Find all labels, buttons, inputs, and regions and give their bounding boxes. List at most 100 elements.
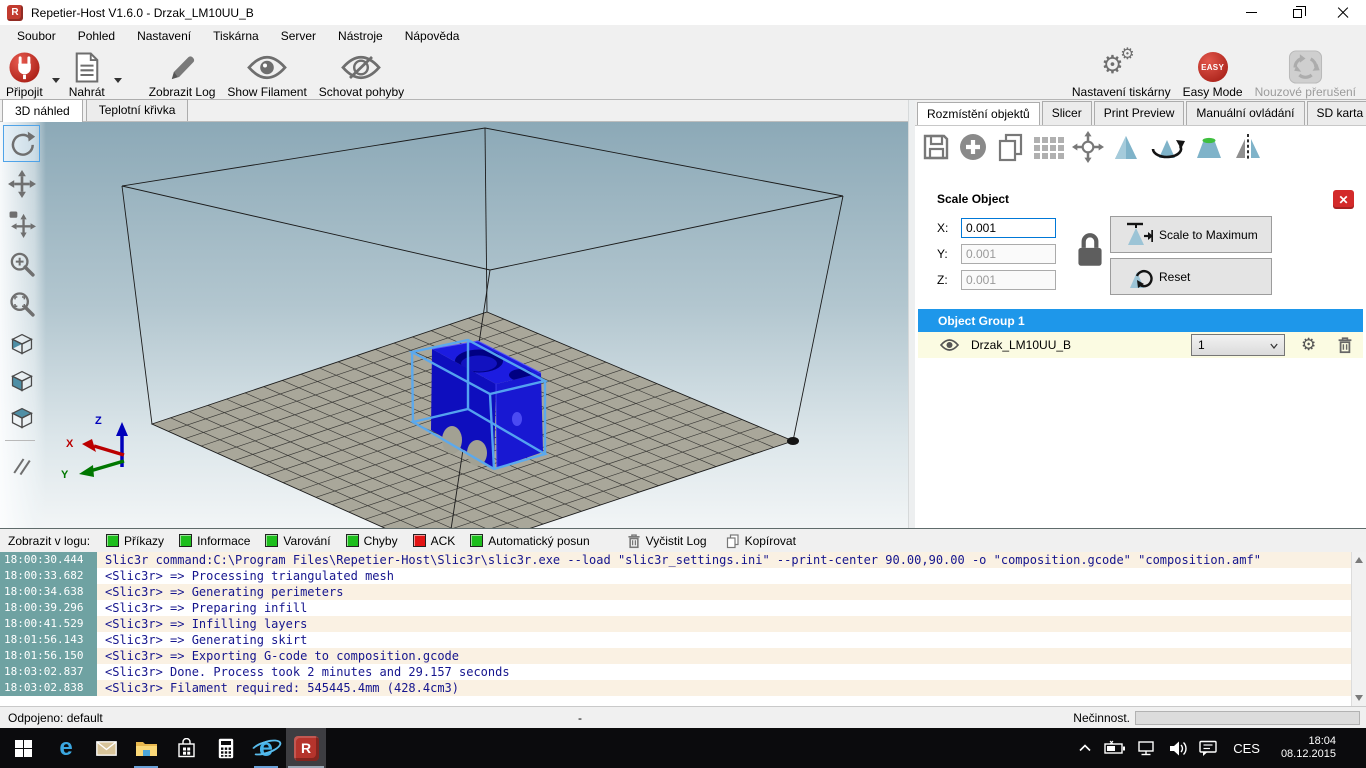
isometric-view-button[interactable] [3,325,40,362]
front-view-button[interactable] [3,362,40,399]
move-object-button[interactable] [3,205,40,242]
start-button[interactable] [0,728,46,768]
close-button[interactable] [1320,0,1366,25]
tab-object-placement[interactable]: Rozmístění objektů [917,102,1040,126]
show-filament-button[interactable]: Show Filament [221,47,312,99]
scale-object-icon[interactable] [1111,132,1141,162]
menu-soubor[interactable]: Soubor [6,26,67,46]
speaker-icon[interactable] [1168,740,1188,757]
gears-icon: ⚙⚙ [1101,50,1141,84]
tab-3d-preview[interactable]: 3D náhled [2,99,83,122]
autoposition-icon[interactable] [1032,132,1065,162]
network-icon[interactable] [1137,740,1157,757]
menu-nastroje[interactable]: Nástroje [327,26,394,46]
tab-slicer[interactable]: Slicer [1042,101,1092,125]
taskbar-store-button[interactable] [166,728,206,768]
restore-button[interactable] [1274,0,1320,25]
taskbar-edge-button[interactable]: e [46,728,86,768]
zoom-fit-button[interactable] [3,285,40,322]
window-controls [1228,0,1366,25]
connect-dropdown-arrow[interactable] [49,78,63,83]
close-scale-panel-button[interactable]: ✕ [1333,190,1354,209]
reset-scale-button[interactable]: Reset [1110,258,1272,295]
taskbar-explorer-button[interactable] [126,728,166,768]
filter-info[interactable]: Informace [179,534,250,548]
copy-log-button[interactable]: Kopírovat [725,533,796,549]
rotate-object-icon[interactable] [1148,132,1186,162]
panel-splitter[interactable] [908,100,915,528]
lock-aspect-button[interactable] [1075,230,1105,273]
scroll-up-icon[interactable] [1355,557,1363,563]
center-object-icon[interactable] [1072,131,1104,163]
object-list-item[interactable]: Drzak_LM10UU_B 1 ⚙ [918,332,1363,358]
filter-autoscroll[interactable]: Automatický posun [470,534,589,548]
log-row: 18:03:02.838<Slic3r> Filament required: … [0,680,1351,696]
log-output[interactable]: 18:00:30.444Slic3r command:C:\Program Fi… [0,552,1366,706]
lay-flat-icon[interactable] [1193,132,1225,162]
copy-object-icon[interactable] [995,132,1025,162]
emergency-stop-button[interactable]: Nouzové přerušení [1249,47,1362,99]
minimize-button[interactable] [1228,0,1274,25]
caret-down-icon [114,78,122,83]
tab-print-preview[interactable]: Print Preview [1094,101,1185,125]
filter-commands[interactable]: Příkazy [106,534,164,548]
menu-pohled[interactable]: Pohled [67,26,126,46]
tray-chevron-up-icon[interactable] [1077,741,1093,755]
scale-y-input[interactable] [961,244,1056,264]
log-row: 18:01:56.150<Slic3r> => Exporting G-code… [0,648,1351,664]
tab-sd-card[interactable]: SD karta [1307,101,1366,125]
object-delete-button[interactable] [1337,336,1353,357]
action-center-icon[interactable] [1199,740,1218,757]
printer-settings-button[interactable]: ⚙⚙ Nastavení tiskárny [1066,47,1177,99]
taskbar-mail-button[interactable] [86,728,126,768]
repetier-host-icon: R [294,736,319,761]
tab-temperature-curve[interactable]: Teplotní křivka [86,99,189,121]
load-button[interactable]: Nahrát [63,47,111,99]
object-visibility-toggle[interactable] [940,339,959,354]
save-icon[interactable] [921,132,951,162]
battery-icon[interactable] [1104,740,1126,756]
taskbar-clock[interactable]: 18:04 08.12.2015 [1275,735,1342,761]
clear-log-button[interactable]: Vyčistit Log [627,533,707,549]
tab-manual-control[interactable]: Manuální ovládání [1186,101,1304,125]
3d-scene[interactable]: Z X Y [0,122,908,528]
filter-errors[interactable]: Chyby [346,534,398,548]
trash-icon [1337,336,1353,354]
close-icon [1337,7,1349,19]
move-view-button[interactable] [3,165,40,202]
load-dropdown-arrow[interactable] [111,78,125,83]
language-indicator[interactable]: CES [1229,741,1264,756]
filter-warnings[interactable]: Varování [265,534,330,548]
filter-warnings-swatch [265,534,278,547]
top-view-button[interactable] [3,399,40,436]
mirror-object-icon[interactable] [1232,132,1264,162]
show-log-button[interactable]: Zobrazit Log [143,47,222,99]
bed-corner-marker [787,437,799,445]
hide-moves-button[interactable]: Schovat pohyby [313,47,410,99]
object-settings-gear-icon[interactable]: ⚙ [1301,335,1316,355]
parallel-projection-button[interactable] [3,447,40,484]
3d-viewport[interactable]: Z X Y [0,122,908,528]
log-scrollbar[interactable] [1351,552,1366,706]
menu-napoveda[interactable]: Nápověda [394,26,471,46]
filter-ack[interactable]: ACK [413,534,456,548]
easy-mode-button[interactable]: EASY Easy Mode [1177,47,1249,99]
object-group-header[interactable]: Object Group 1 [918,309,1363,332]
object-name: Drzak_LM10UU_B [971,338,1071,352]
menu-server[interactable]: Server [270,26,327,46]
scale-z-input[interactable] [961,270,1056,290]
tool-divider [5,440,35,441]
scroll-down-icon[interactable] [1355,695,1363,701]
menu-tiskarna[interactable]: Tiskárna [202,26,270,46]
menu-nastaveni[interactable]: Nastavení [126,26,202,46]
scale-to-maximum-button[interactable]: Scale to Maximum [1110,216,1272,253]
add-object-icon[interactable] [958,132,988,162]
zoom-in-button[interactable] [3,245,40,282]
rotate-view-button[interactable] [3,125,40,162]
taskbar-ie-button[interactable]: e [246,728,286,768]
taskbar-repetier-button[interactable]: R [286,728,326,768]
taskbar-calculator-button[interactable] [206,728,246,768]
connect-button[interactable]: Připojit [0,47,49,99]
scale-x-input[interactable] [961,218,1056,238]
object-count-dropdown[interactable]: 1 [1191,334,1285,356]
